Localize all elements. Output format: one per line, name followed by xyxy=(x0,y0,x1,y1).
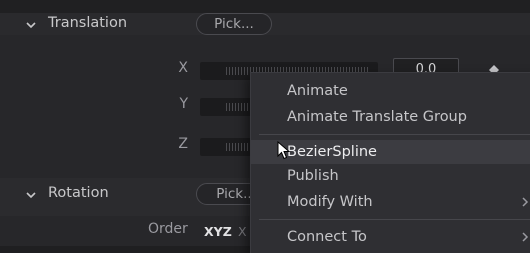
order-label: Order xyxy=(148,221,188,237)
translation-pick-button[interactable]: Pick... xyxy=(196,13,272,35)
menu-item-label: Animate xyxy=(287,83,348,99)
chevron-right-icon xyxy=(522,232,529,242)
chevron-down-icon[interactable] xyxy=(24,188,38,202)
menu-item-animate[interactable]: Animate xyxy=(251,79,530,103)
context-menu: Animate Animate Translate Group BezierSp… xyxy=(250,72,530,253)
menu-item-label: BezierSpline xyxy=(287,144,377,160)
chevron-down-icon[interactable] xyxy=(24,18,38,32)
menu-item-modify-with[interactable]: Modify With xyxy=(251,190,530,214)
menu-item-label: Modify With xyxy=(287,194,373,210)
axis-label-y: Y xyxy=(179,96,188,112)
menu-item-animate-translate-group[interactable]: Animate Translate Group xyxy=(251,105,530,129)
rotation-title: Rotation xyxy=(48,185,109,201)
order-option-xyz[interactable]: XYZ xyxy=(204,224,232,239)
menu-item-label: Connect To xyxy=(287,229,367,245)
menu-separator xyxy=(259,134,530,135)
axis-label-x: X xyxy=(178,60,188,76)
chevron-right-icon xyxy=(522,197,529,207)
mouse-pointer-icon xyxy=(277,141,291,160)
menu-item-publish[interactable]: Publish xyxy=(251,164,530,188)
axis-label-z: Z xyxy=(178,136,188,152)
top-strip xyxy=(0,0,530,13)
translation-section-header[interactable]: Translation Pick... xyxy=(0,13,530,35)
menu-item-label: Animate Translate Group xyxy=(287,109,467,125)
menu-separator xyxy=(259,219,530,220)
order-option-next[interactable]: X xyxy=(238,224,247,239)
menu-item-connect-to[interactable]: Connect To xyxy=(251,225,530,249)
menu-item-label: Publish xyxy=(287,168,339,184)
translation-title: Translation xyxy=(48,15,128,31)
